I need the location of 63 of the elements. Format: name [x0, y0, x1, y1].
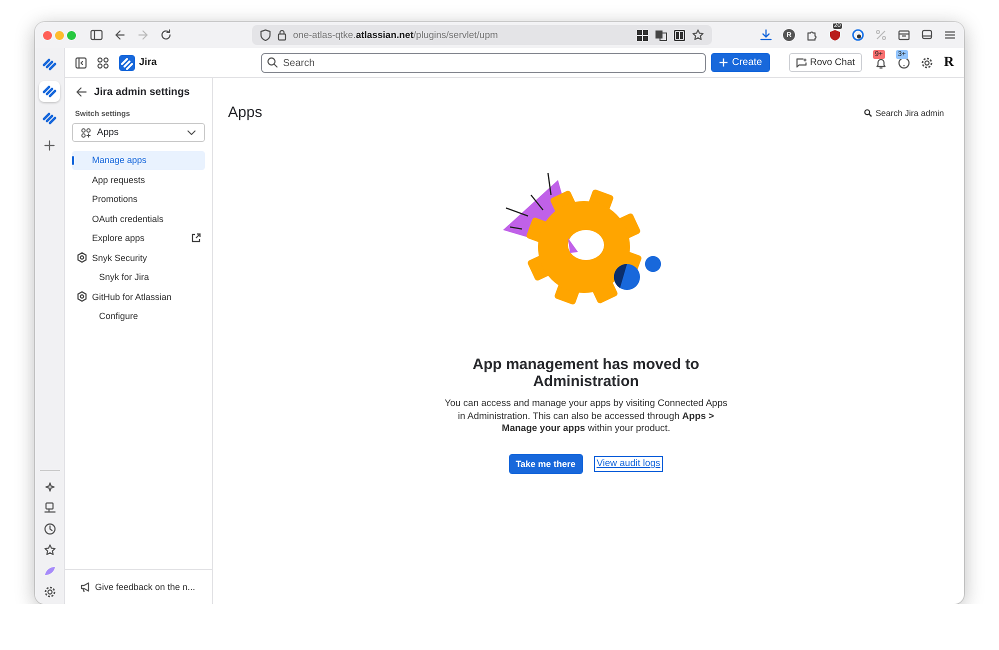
nav-item[interactable]: Configure — [72, 307, 205, 326]
chevron-down-icon — [187, 130, 196, 136]
url-text: one-atlas-qtke.atlassian.net/plugins/servlet/upm — [293, 30, 498, 40]
grid-icon[interactable] — [637, 30, 648, 40]
external-link-icon — [191, 233, 201, 244]
settings-icon[interactable] — [44, 586, 56, 598]
nav-item[interactable]: App requests — [72, 170, 205, 189]
feedback-link[interactable]: Give feedback on the n... — [65, 569, 212, 604]
product-name[interactable]: Jira — [139, 57, 157, 68]
forward-arrow-icon — [137, 29, 149, 41]
jira-logo-icon[interactable] — [39, 81, 60, 102]
clock-icon[interactable] — [44, 523, 56, 535]
rovo-chat-button[interactable]: Rovo Chat — [788, 53, 862, 72]
search-field[interactable]: Search — [261, 53, 706, 73]
nav-item[interactable]: Snyk for Jira — [72, 268, 205, 286]
nav-item[interactable]: Explore apps — [72, 229, 205, 248]
search-icon — [864, 108, 872, 116]
back-arrow-icon[interactable] — [114, 29, 126, 41]
hexagon-icon — [77, 291, 87, 302]
download-icon[interactable] — [760, 29, 772, 41]
monitor-icon[interactable] — [44, 502, 56, 514]
reload-icon[interactable] — [160, 29, 172, 41]
nav-item[interactable]: Promotions — [72, 190, 205, 208]
search-icon — [267, 57, 278, 68]
shield-icon — [260, 29, 271, 41]
create-button[interactable]: Create — [711, 53, 770, 72]
address-bar[interactable]: one-atlas-qtke.atlassian.net/plugins/servlet/upm — [252, 25, 712, 45]
screen-icon[interactable] — [921, 29, 933, 41]
bookmark-star-icon[interactable] — [692, 29, 704, 41]
nav-item[interactable]: OAuth credentials — [72, 210, 205, 228]
jira-logo-icon[interactable] — [119, 54, 135, 70]
sidebar-title: Jira admin settings — [94, 86, 190, 98]
plus-icon — [719, 58, 728, 67]
search-admin-link[interactable]: Search Jira admin — [864, 108, 944, 118]
settings-icon[interactable] — [920, 56, 933, 68]
reader-view-icon[interactable] — [674, 30, 685, 40]
bell-icon[interactable] — [874, 56, 887, 68]
chat-sparkle-icon — [796, 57, 807, 68]
take-me-there-button[interactable]: Take me there — [508, 454, 583, 474]
hexagon-icon — [77, 252, 87, 264]
settings-dropdown[interactable]: Apps — [72, 123, 205, 142]
page-title: Apps — [228, 104, 262, 121]
sidebar-toggle-icon[interactable] — [90, 29, 103, 41]
sparkle-icon[interactable] — [44, 481, 56, 493]
puzzle-piece-icon[interactable] — [806, 29, 818, 41]
star-icon[interactable] — [44, 544, 56, 556]
lock-icon — [277, 29, 287, 41]
user-avatar[interactable]: R — [944, 54, 954, 70]
apps-icon — [81, 128, 91, 138]
app-switcher-icon[interactable] — [97, 56, 109, 68]
menu-icon[interactable] — [944, 29, 956, 41]
empty-state-text: You can access and manage your apps by visiting Connected Apps in Administration. This can also be accessed through Apps > Manage your apps within your product. — [444, 398, 728, 436]
nav-item[interactable]: Manage apps — [72, 151, 205, 170]
nav-item[interactable]: Snyk Security — [72, 248, 205, 267]
shield-extension-icon[interactable] — [829, 29, 841, 41]
megaphone-icon — [80, 582, 91, 592]
audit-logs-link[interactable]: View audit logs — [594, 456, 664, 472]
container-icon[interactable] — [898, 29, 910, 41]
nav-item[interactable]: GitHub for Atlassian — [72, 288, 205, 306]
help-icon[interactable] — [898, 56, 910, 68]
empty-state-heading: App management has moved to Administration — [472, 356, 700, 390]
back-arrow-icon[interactable] — [76, 87, 87, 97]
sidebar-toggle-icon[interactable] — [75, 56, 87, 68]
